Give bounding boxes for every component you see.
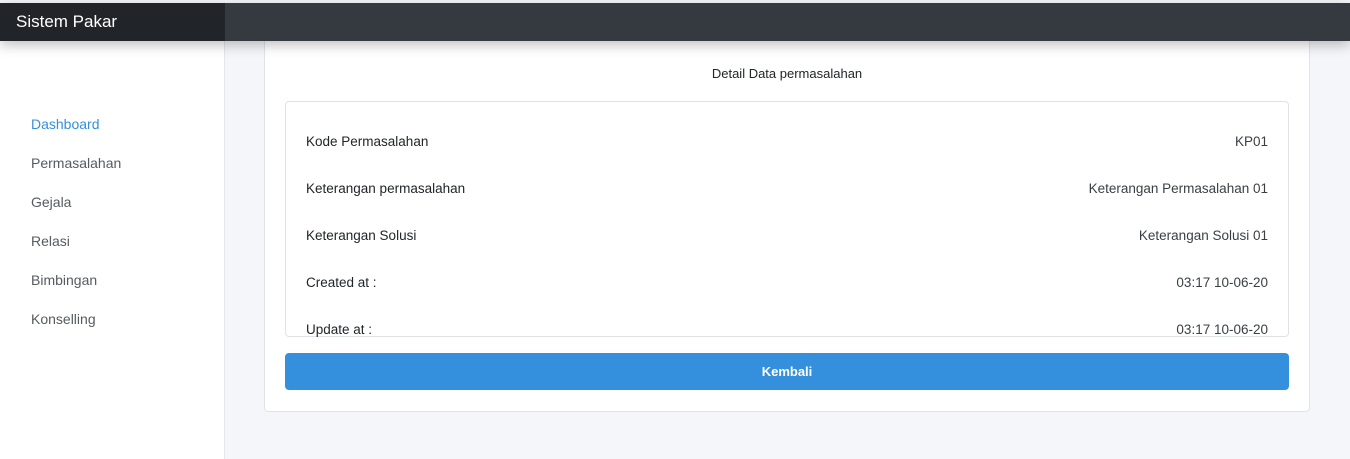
detail-value: KP01 bbox=[1234, 134, 1268, 149]
sidebar: Dashboard Permasalahan Gejala Relasi Bim… bbox=[0, 41, 225, 459]
detail-label: Keterangan Solusi bbox=[306, 228, 417, 243]
detail-label: Update at : bbox=[306, 322, 373, 337]
sidebar-item-gejala[interactable]: Gejala bbox=[31, 193, 121, 232]
detail-row-keterangan-solusi: Keterangan Solusi Keterangan Solusi 01 bbox=[286, 212, 1288, 259]
detail-value: Keterangan Solusi 01 bbox=[1138, 228, 1268, 243]
top-navbar: Sistem Pakar bbox=[0, 3, 1350, 41]
detail-row-created-at: Created at : 03:17 10-06-20 bbox=[286, 259, 1288, 306]
sidebar-item-permasalahan[interactable]: Permasalahan bbox=[31, 154, 121, 193]
detail-value: Keterangan Permasalahan 01 bbox=[1088, 181, 1268, 196]
detail-value: 03:17 10-06-20 bbox=[1176, 275, 1268, 290]
detail-label: Keterangan permasalahan bbox=[306, 181, 466, 196]
detail-row-update-at: Update at : 03:17 10-06-20 bbox=[286, 306, 1288, 353]
sidebar-item-relasi[interactable]: Relasi bbox=[31, 232, 121, 271]
sidebar-item-dashboard[interactable]: Dashboard bbox=[31, 115, 121, 154]
sidebar-nav: Dashboard Permasalahan Gejala Relasi Bim… bbox=[31, 115, 121, 349]
back-button[interactable]: Kembali bbox=[285, 353, 1289, 390]
detail-label: Kode Permasalahan bbox=[306, 134, 429, 149]
detail-label: Created at : bbox=[306, 275, 377, 290]
detail-list: Kode Permasalahan KP01 Keterangan permas… bbox=[285, 101, 1289, 337]
brand-title[interactable]: Sistem Pakar bbox=[0, 3, 225, 41]
sidebar-item-bimbingan[interactable]: Bimbingan bbox=[31, 271, 121, 310]
detail-value: 03:17 10-06-20 bbox=[1176, 322, 1268, 337]
detail-card: Detail Data permasalahan Kode Permasalah… bbox=[264, 41, 1310, 412]
sidebar-item-konselling[interactable]: Konselling bbox=[31, 310, 121, 349]
card-title: Detail Data permasalahan bbox=[711, 66, 863, 81]
detail-row-keterangan-permasalahan: Keterangan permasalahan Keterangan Perma… bbox=[286, 165, 1288, 212]
detail-row-kode: Kode Permasalahan KP01 bbox=[286, 118, 1288, 165]
